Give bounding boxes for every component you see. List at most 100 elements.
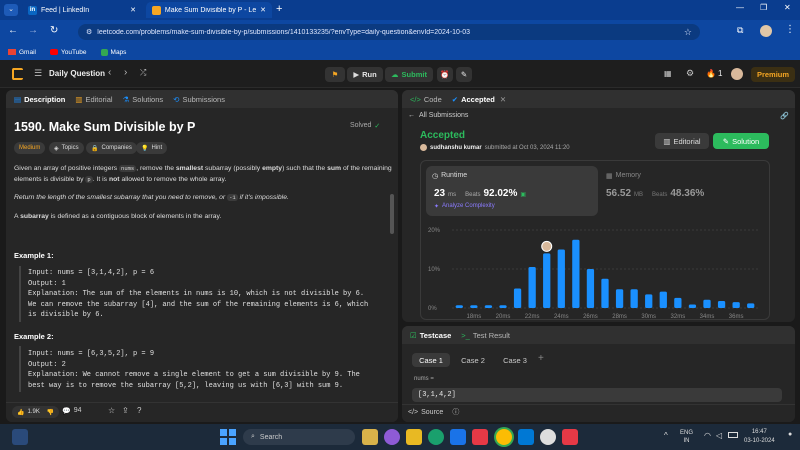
close-icon[interactable]: ✕ xyxy=(130,6,136,14)
runtime-bar[interactable] xyxy=(615,289,624,308)
prev-question-icon[interactable]: ‹ xyxy=(108,67,111,78)
tab-linkedin[interactable]: in Feed | LinkedIn ✕ xyxy=(22,2,142,18)
like-button[interactable]: 👍 1.9K 👎 xyxy=(12,406,60,418)
tab-editorial[interactable]: ▥ Editorial xyxy=(75,95,112,104)
topics-tag[interactable]: ◈ Topics xyxy=(49,142,84,154)
runtime-bar[interactable] xyxy=(674,297,682,308)
volume-icon[interactable]: ◁ xyxy=(716,431,722,440)
close-icon[interactable]: ✕ xyxy=(500,95,506,104)
tab-leetcode[interactable]: Make Sum Divisible by P - Leet ✕ xyxy=(146,2,272,18)
runtime-bar[interactable] xyxy=(470,305,478,308)
streak-counter[interactable]: 🔥 1 xyxy=(706,69,722,78)
wifi-icon[interactable]: ◠ xyxy=(704,431,711,440)
runtime-bar[interactable] xyxy=(601,278,609,308)
runtime-bar[interactable] xyxy=(717,300,726,308)
runtime-bar[interactable] xyxy=(688,304,697,308)
clock[interactable]: 16:47 03-10-2024 xyxy=(744,428,775,446)
edge-icon[interactable] xyxy=(428,429,444,445)
all-submissions-link[interactable]: ← All Submissions xyxy=(408,112,468,119)
shuffle-icon[interactable]: ⤮ xyxy=(140,68,146,78)
case-1-button[interactable]: Case 1 xyxy=(412,353,450,367)
add-case-icon[interactable]: + xyxy=(538,353,544,364)
bookmark-youtube[interactable]: YouTube xyxy=(49,49,87,56)
runtime-bar[interactable] xyxy=(499,305,507,308)
minimize-button[interactable]: — xyxy=(736,3,744,12)
timer-button[interactable]: ⏰ xyxy=(437,67,453,82)
tab-accepted[interactable]: ✔ Accepted ✕ xyxy=(452,95,506,104)
source-link[interactable]: </> Source ⓘ xyxy=(408,407,459,417)
tab-solutions[interactable]: ⚗ Solutions xyxy=(123,95,164,104)
site-info-icon[interactable]: ⚙ xyxy=(86,28,92,36)
share-icon[interactable]: ⇪ xyxy=(122,406,129,415)
link-icon[interactable]: 🔗 xyxy=(780,112,789,120)
solution-button[interactable]: ✎ Solution xyxy=(713,133,769,149)
runtime-bar[interactable] xyxy=(703,299,711,308)
files-icon[interactable] xyxy=(406,429,422,445)
calendar-icon[interactable] xyxy=(562,429,578,445)
case-2-button[interactable]: Case 2 xyxy=(454,353,492,367)
widgets-icon[interactable] xyxy=(12,429,28,445)
battery-icon[interactable] xyxy=(728,432,738,438)
runtime-bar[interactable] xyxy=(484,305,493,308)
tab-submissions[interactable]: ⟲ Submissions xyxy=(173,95,225,104)
runtime-card[interactable]: ◷ Runtime 23 ms Beats 92.02% ▣ ✦ Analyze C… xyxy=(426,166,598,216)
layout-icon[interactable]: ▦ xyxy=(664,69,672,78)
hint-tag[interactable]: 💡 Hint xyxy=(136,142,168,154)
analyze-complexity-link[interactable]: ✦ Analyze Complexity xyxy=(434,203,495,210)
settings-icon[interactable]: ⚙ xyxy=(686,68,694,79)
runtime-bar[interactable] xyxy=(645,294,653,308)
runtime-bar[interactable] xyxy=(513,288,522,309)
bookmark-gmail[interactable]: Gmail xyxy=(8,49,36,56)
runtime-bar[interactable] xyxy=(747,303,755,308)
back-icon[interactable]: ← xyxy=(8,25,18,36)
file-explorer-icon[interactable] xyxy=(362,429,378,445)
github-icon[interactable] xyxy=(540,429,556,445)
runtime-bar[interactable] xyxy=(572,239,580,308)
tab-search-button[interactable]: ⌄ xyxy=(4,4,18,16)
notification-icon[interactable]: ● xyxy=(788,431,792,438)
taskbar-search[interactable]: ⌕ Search xyxy=(243,429,355,445)
memory-card[interactable]: ▦ Memory 56.52 MB Beats 48.36% xyxy=(602,166,762,216)
runtime-bar[interactable] xyxy=(732,302,740,308)
debug-button[interactable]: ⚑ xyxy=(325,67,345,82)
scrollbar[interactable] xyxy=(390,194,394,234)
copilot-icon[interactable] xyxy=(384,429,400,445)
chrome-icon[interactable] xyxy=(496,429,512,445)
language-indicator[interactable]: ENG IN xyxy=(680,429,693,445)
case-3-button[interactable]: Case 3 xyxy=(496,353,534,367)
menu-icon[interactable]: ⋮ xyxy=(785,24,795,35)
submit-button[interactable]: ☁ Submit xyxy=(385,67,433,82)
tray-chevron-icon[interactable]: ^ xyxy=(664,431,668,440)
runtime-bar[interactable] xyxy=(543,253,551,308)
runtime-bar[interactable] xyxy=(455,305,463,308)
star-icon[interactable]: ☆ xyxy=(684,27,692,38)
tab-code[interactable]: </> Code xyxy=(410,95,442,104)
help-icon[interactable]: ? xyxy=(137,406,141,415)
runtime-bar[interactable] xyxy=(586,269,595,308)
premium-button[interactable]: Premium xyxy=(751,67,795,82)
problem-list-icon[interactable]: ☰ xyxy=(34,68,42,79)
bookmark-maps[interactable]: Maps xyxy=(100,48,126,56)
daily-question-title[interactable]: Daily Question xyxy=(49,69,105,78)
restore-button[interactable]: ❐ xyxy=(760,3,767,12)
companies-tag[interactable]: 🔒 Companies xyxy=(86,142,137,154)
url-field[interactable]: ⚙ leetcode.com/problems/make-sum-divisib… xyxy=(78,24,700,40)
tab-description[interactable]: ▤ Description xyxy=(14,95,65,104)
run-button[interactable]: ▶ Run xyxy=(347,67,383,82)
app-icon[interactable] xyxy=(472,429,488,445)
leetcode-logo[interactable] xyxy=(12,68,23,80)
tab-test-result[interactable]: >_ Test Result xyxy=(461,331,510,340)
next-question-icon[interactable]: › xyxy=(124,67,127,78)
window-close-button[interactable]: ✕ xyxy=(784,3,791,12)
favorite-icon[interactable]: ☆ xyxy=(108,406,115,415)
nums-input[interactable]: [3,1,4,2] xyxy=(412,388,782,402)
editorial-button[interactable]: ▥ Editorial xyxy=(655,133,709,149)
close-icon[interactable]: ✕ xyxy=(260,6,266,14)
reload-icon[interactable]: ↻ xyxy=(50,25,58,36)
runtime-bar[interactable] xyxy=(557,249,565,309)
tab-testcase[interactable]: ☑ Testcase xyxy=(410,331,451,340)
comments-button[interactable]: 💬 94 xyxy=(62,407,82,415)
mail-icon[interactable] xyxy=(450,429,466,445)
new-tab-button[interactable]: + xyxy=(276,3,282,15)
runtime-bar[interactable] xyxy=(659,291,667,308)
